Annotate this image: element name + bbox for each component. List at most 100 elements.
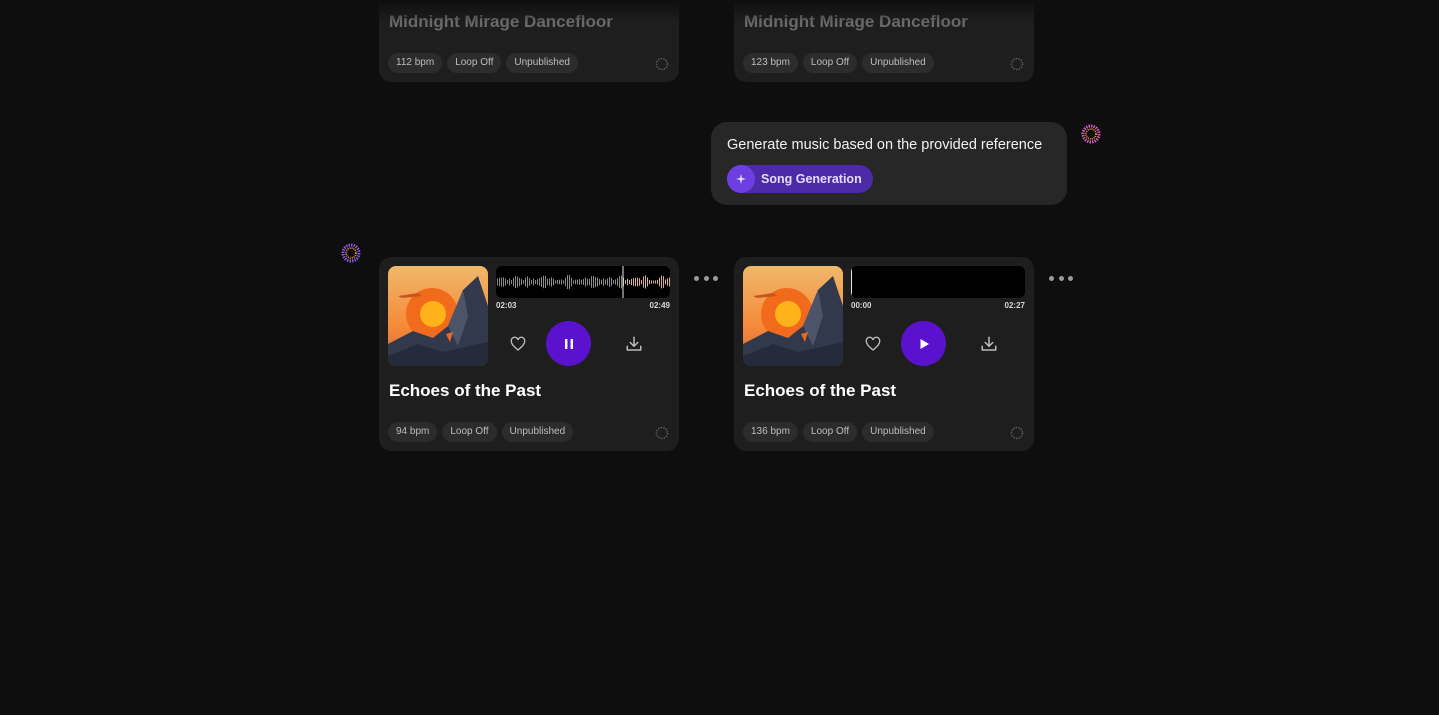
waveform-bar — [621, 275, 622, 289]
album-cover — [388, 266, 488, 366]
chip-row: 94 bpm Loop Off Unpublished — [388, 422, 574, 442]
song-title: Echoes of the Past — [389, 381, 542, 400]
waveform-player[interactable] — [851, 266, 1025, 298]
song-card-2[interactable]: 00:00 02:27 Echoes of the Past 136 bpm L… — [734, 257, 1034, 451]
waveform-bar — [555, 280, 556, 284]
waveform-bar — [575, 279, 576, 285]
waveform-bar — [543, 275, 544, 289]
loading-spinner-icon — [1010, 426, 1024, 440]
pause-button[interactable] — [546, 321, 591, 366]
waveform-bar — [597, 277, 598, 287]
current-time: 02:03 — [496, 301, 517, 310]
waveform-bar — [509, 278, 510, 286]
waveform-bar — [525, 277, 526, 287]
chip-row: 112 bpm Loop Off Unpublished — [388, 53, 578, 73]
waveform-bar — [519, 277, 520, 287]
waveform-player[interactable] — [496, 266, 670, 298]
loading-spinner-icon — [1010, 57, 1024, 71]
download-button[interactable] — [623, 321, 645, 367]
bpm-chip: 112 bpm — [388, 53, 443, 73]
waveform-bar — [599, 278, 600, 286]
playhead[interactable] — [851, 266, 852, 298]
waveform-bar — [667, 278, 668, 286]
waveform-bar — [545, 275, 546, 289]
waveform-bar — [595, 276, 596, 288]
waveform-bar — [535, 280, 536, 284]
loop-chip: Loop Off — [802, 53, 858, 73]
fade-overlay — [379, 0, 679, 22]
waveform-bar — [561, 279, 562, 285]
song-generation-tag[interactable]: Song Generation — [727, 165, 873, 193]
loading-spinner-icon — [655, 426, 669, 440]
waveform-bar — [663, 276, 664, 288]
chip-row: 136 bpm Loop Off Unpublished — [743, 422, 934, 442]
dot — [1068, 275, 1073, 281]
waveform-bar — [587, 278, 588, 286]
song-card-1[interactable]: 02:03 02:49 Echoes of the Past 94 bpm Lo… — [379, 257, 679, 451]
loop-chip: Loop Off — [442, 422, 497, 442]
loop-chip: Loop Off — [447, 53, 502, 73]
waveform-bar — [569, 274, 570, 290]
waveform-bar — [523, 280, 524, 284]
waveform-bar — [581, 279, 582, 285]
song-card-top-1[interactable]: Midnight Mirage Dancefloor 112 bpm Loop … — [379, 0, 679, 82]
waveform-bar — [647, 277, 648, 287]
waveform-bar — [571, 277, 572, 287]
waveform-bar — [531, 279, 532, 285]
waveform-bar — [665, 279, 666, 285]
more-options-button[interactable] — [694, 270, 718, 286]
duration: 02:49 — [649, 301, 670, 310]
like-button[interactable] — [507, 321, 529, 367]
waveform-bar — [603, 278, 604, 286]
song-title: Echoes of the Past — [744, 381, 897, 400]
publish-status-chip: Unpublished — [862, 53, 934, 73]
waveform-bar — [501, 277, 502, 287]
sparkle-icon — [727, 165, 755, 193]
waveform-bar — [511, 280, 512, 284]
waveform-bar — [505, 278, 506, 286]
like-button[interactable] — [862, 321, 884, 367]
chip-row: 123 bpm Loop Off Unpublished — [743, 53, 934, 73]
waveform-bar — [637, 277, 638, 287]
waveform-bar — [635, 277, 636, 287]
playhead[interactable] — [622, 266, 624, 298]
waveform-bar — [613, 280, 614, 284]
fade-overlay — [734, 0, 1034, 22]
more-options-button[interactable] — [1049, 270, 1073, 286]
waveform-bar — [507, 280, 508, 284]
waveform-bar — [659, 277, 660, 287]
waveform-bar — [583, 279, 584, 285]
waveform-bar — [625, 280, 626, 284]
dot — [713, 275, 718, 281]
waveform-bar — [499, 277, 500, 287]
waveform-bar — [611, 278, 612, 286]
waveform-bar — [657, 279, 658, 285]
publish-status-chip: Unpublished — [862, 422, 934, 442]
waveform-bar — [651, 280, 652, 284]
waveform-bar — [585, 277, 586, 287]
waveform-bar — [655, 280, 656, 284]
download-button[interactable] — [978, 321, 1000, 367]
waveform-bar — [497, 278, 498, 286]
duration: 02:27 — [1004, 301, 1025, 310]
assistant-avatar-icon — [341, 243, 361, 263]
tag-label: Song Generation — [761, 172, 862, 186]
waveform-bar — [533, 278, 534, 286]
play-button[interactable] — [901, 321, 946, 366]
waveform-bar — [541, 277, 542, 287]
loading-spinner-icon — [655, 57, 669, 71]
download-icon — [981, 336, 997, 351]
waveform-bar — [605, 279, 606, 285]
waveform-bar — [629, 280, 630, 284]
waveform-bar — [631, 278, 632, 286]
waveform-graphic — [851, 266, 852, 298]
waveform-bar — [551, 277, 552, 287]
song-card-top-2[interactable]: Midnight Mirage Dancefloor 123 bpm Loop … — [734, 0, 1034, 82]
user-prompt-bubble: Generate music based on the provided ref… — [711, 122, 1067, 205]
waveform-bar — [563, 280, 564, 284]
user-avatar-icon — [1081, 124, 1101, 144]
waveform-bar — [609, 276, 610, 288]
bpm-chip: 136 bpm — [743, 422, 798, 442]
waveform-bar — [591, 276, 592, 288]
waveform-bar — [649, 279, 650, 285]
